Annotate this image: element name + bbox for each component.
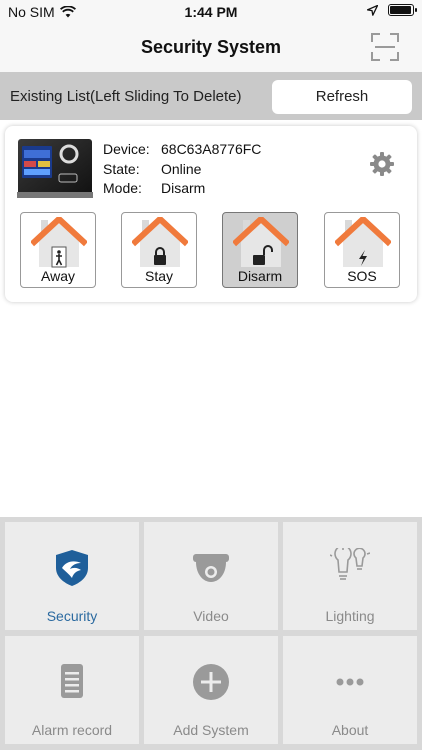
menu-about-label: About — [331, 722, 369, 738]
device-panel-image — [17, 139, 93, 198]
nav-bar: Security System — [0, 24, 422, 72]
menu-video-label: Video — [193, 608, 229, 624]
device-id-row: Device: 68C63A8776FC — [103, 140, 261, 160]
device-mode-key: Mode: — [103, 180, 142, 196]
menu-video[interactable]: Video — [144, 522, 278, 630]
device-id-value: 68C63A8776FC — [161, 141, 262, 157]
device-info: Device: 68C63A8776FC State: Online Mode:… — [103, 140, 261, 199]
status-bar: No SIM 1:44 PM — [0, 0, 422, 24]
gear-icon[interactable] — [369, 151, 395, 177]
scan-icon[interactable] — [370, 32, 400, 62]
device-card[interactable]: Device: 68C63A8776FC State: Online Mode:… — [5, 126, 417, 302]
stay-mode-label: Stay — [144, 268, 173, 284]
light-bulb-icon — [330, 548, 370, 580]
device-state-row: State: Online — [103, 160, 261, 180]
stay-mode-button[interactable]: Stay — [121, 212, 197, 288]
camera-icon — [193, 554, 229, 582]
menu-about[interactable]: About — [283, 636, 417, 744]
away-house-icon — [31, 217, 87, 268]
sos-mode-button[interactable]: SOS — [324, 212, 400, 288]
sos-mode-label: SOS — [347, 268, 377, 284]
list-header: Existing List(Left Sliding To Delete) Re… — [0, 72, 422, 120]
menu-security-label: Security — [46, 608, 98, 624]
menu-alarm-record-label: Alarm record — [31, 722, 113, 738]
disarm-mode-button[interactable]: Disarm — [222, 212, 298, 288]
away-mode-button[interactable]: Away — [20, 212, 96, 288]
disarm-house-icon — [233, 217, 289, 267]
device-state-value: Online — [161, 160, 202, 177]
device-mode-value: Disarm — [161, 180, 206, 196]
menu-alarm-record[interactable]: Alarm record — [5, 636, 139, 744]
menu-lighting[interactable]: Lighting — [283, 522, 417, 630]
add-circle-icon — [193, 664, 229, 700]
sos-house-icon — [335, 217, 391, 267]
device-id-key: Device: — [103, 141, 150, 157]
stay-house-icon — [132, 217, 188, 267]
disarm-mode-label: Disarm — [237, 268, 283, 284]
refresh-button[interactable]: Refresh — [272, 80, 412, 114]
security-shield-icon — [56, 550, 88, 586]
menu-lighting-label: Lighting — [325, 608, 375, 624]
menu-add-system[interactable]: Add System — [144, 636, 278, 744]
device-state-key: State: — [103, 160, 140, 177]
location-arrow-icon — [367, 4, 378, 16]
menu-add-system-label: Add System — [173, 722, 249, 738]
status-time: 1:44 PM — [184, 4, 238, 20]
battery-fill — [390, 6, 411, 14]
menu-security[interactable]: Security — [5, 522, 139, 630]
bottom-menu-grid: Security Video Lighting Alarm record Add… — [0, 517, 422, 750]
page-title: Security System — [140, 37, 282, 57]
battery-icon — [388, 4, 417, 16]
device-mode-row: Mode: Disarm — [103, 179, 261, 199]
status-right — [367, 4, 417, 16]
list-header-text: Existing List(Left Sliding To Delete) — [10, 88, 242, 105]
more-dots-icon — [336, 678, 364, 686]
clipboard-icon — [61, 664, 83, 698]
away-mode-label: Away — [41, 268, 75, 284]
